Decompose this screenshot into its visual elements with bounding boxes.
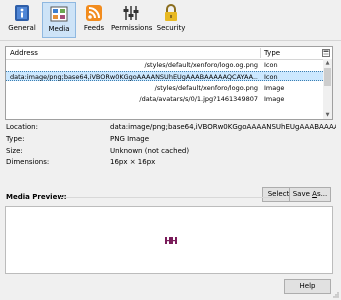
table-row-selected[interactable]: data:image/png;base64,iVBORw0KGgoAAAANSU… bbox=[6, 71, 323, 81]
media-preview-pane bbox=[5, 206, 333, 274]
row-address: data:image/png;base64,iVBORw0KGgoAAAANSU… bbox=[10, 73, 258, 81]
dimensions-value: 16px × 16px bbox=[110, 158, 156, 166]
row-type: Icon bbox=[264, 61, 278, 69]
table-row[interactable]: /data/avatars/s/0/1.jpg?1461349807 Image bbox=[6, 94, 323, 104]
xenforo-favicon-icon bbox=[165, 237, 177, 244]
column-picker-icon[interactable] bbox=[322, 49, 330, 57]
row-type: Image bbox=[264, 84, 285, 92]
scroll-down-icon[interactable]: ▼ bbox=[323, 111, 332, 119]
tab-permissions-label: Permissions bbox=[111, 24, 153, 32]
lock-icon bbox=[165, 4, 177, 21]
save-as-button[interactable]: Save As... bbox=[289, 187, 331, 202]
save-as-label-post: s... bbox=[316, 190, 328, 198]
media-preview-label: Media Preview: bbox=[6, 193, 67, 201]
toolbar: General Media Feeds Permissions Security bbox=[0, 0, 341, 40]
tab-general-label: General bbox=[8, 24, 36, 32]
location-label: Location: bbox=[6, 123, 38, 131]
row-address: /data/avatars/s/0/1.jpg?1461349807 bbox=[139, 95, 258, 103]
tab-media[interactable]: Media bbox=[42, 2, 76, 38]
table-header: Address Type bbox=[6, 47, 332, 60]
save-as-label-pre: Save bbox=[292, 190, 313, 198]
location-value: data:image/png;base64,iVBORw0KGgoAAAANSU… bbox=[110, 123, 336, 131]
tab-feeds-label: Feeds bbox=[83, 24, 105, 32]
tab-general[interactable]: General bbox=[5, 2, 39, 38]
tab-permissions[interactable]: Permissions bbox=[111, 2, 153, 38]
tab-security[interactable]: Security bbox=[153, 2, 189, 38]
table-scrollbar[interactable]: ▲ ▼ bbox=[323, 59, 332, 119]
scrollbar-thumb[interactable] bbox=[324, 68, 331, 86]
resize-grip-icon[interactable] bbox=[331, 290, 339, 298]
column-divider[interactable] bbox=[260, 48, 261, 58]
row-address: /styles/default/xenforo/logo.png bbox=[154, 84, 258, 92]
row-address: /styles/default/xenforo/logo.og.png bbox=[144, 61, 258, 69]
type-label: Type: bbox=[6, 135, 25, 143]
permissions-icon bbox=[123, 6, 139, 20]
table-row[interactable]: /styles/default/xenforo/logo.png Image bbox=[6, 83, 323, 93]
scroll-up-icon[interactable]: ▲ bbox=[323, 59, 332, 67]
row-type: Icon bbox=[264, 73, 278, 81]
info-icon bbox=[15, 5, 29, 21]
media-icon bbox=[50, 6, 68, 22]
size-label: Size: bbox=[6, 147, 23, 155]
type-value: PNG Image bbox=[110, 135, 150, 143]
tab-security-label: Security bbox=[156, 24, 186, 32]
table-row[interactable]: /styles/default/xenforo/logo.og.png Icon bbox=[6, 60, 323, 70]
tab-media-label: Media bbox=[48, 25, 70, 33]
dimensions-label: Dimensions: bbox=[6, 158, 50, 166]
media-table[interactable]: Address Type /styles/default/xenforo/log… bbox=[5, 46, 333, 120]
rss-feed-icon bbox=[86, 5, 102, 21]
column-address-header[interactable]: Address bbox=[10, 49, 38, 57]
row-type: Image bbox=[264, 95, 285, 103]
help-button[interactable]: Help bbox=[284, 279, 331, 294]
column-type-header[interactable]: Type bbox=[264, 49, 280, 57]
size-value: Unknown (not cached) bbox=[110, 147, 190, 155]
tab-feeds[interactable]: Feeds bbox=[79, 2, 109, 38]
preview-divider bbox=[60, 197, 278, 198]
toolbar-divider bbox=[0, 40, 341, 41]
